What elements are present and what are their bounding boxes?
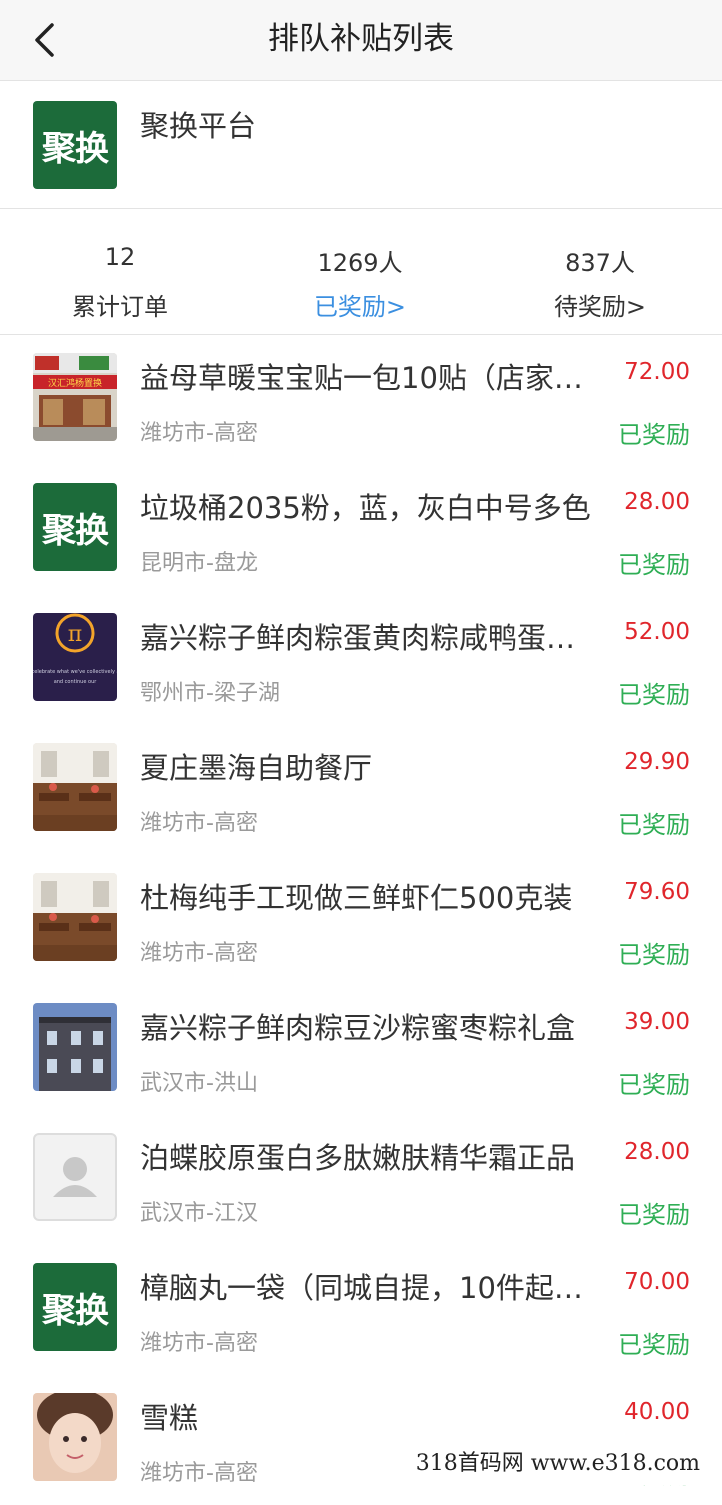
- list-item[interactable]: π Let's all celebrate what we've collect…: [0, 595, 722, 725]
- item-price: 39.00: [624, 1009, 690, 1035]
- top-bar: 排队补贴列表: [0, 0, 722, 81]
- watermark-text: 318首码网 www.e318.com: [407, 1447, 708, 1485]
- stat-rewarded-value: 1269人: [317, 249, 403, 277]
- item-thumbnail: 汉汇鸿杨置换: [33, 353, 117, 441]
- stat-pending-link[interactable]: 待奖励>: [480, 287, 720, 322]
- svg-text:and continue our: and continue our: [54, 679, 98, 685]
- item-status: 已奖励: [618, 1071, 690, 1099]
- building-photo: [33, 1003, 117, 1091]
- item-price: 28.00: [624, 1139, 690, 1165]
- item-city: 潍坊市-高密: [140, 811, 258, 836]
- stat-pending[interactable]: 837人 待奖励>: [480, 209, 720, 334]
- item-title: 垃圾桶2035粉，蓝，灰白中号多色: [140, 491, 591, 525]
- item-title: 夏庄墨海自助餐厅: [140, 751, 373, 785]
- item-thumbnail: [33, 1393, 117, 1481]
- list-item[interactable]: 雪糕 潍坊市-高密 40.00 已奖励: [0, 1375, 722, 1505]
- item-title: 益母草暖宝宝贴一包10贴（店家自提）: [140, 361, 595, 395]
- item-title: 嘉兴粽子鲜肉粽豆沙粽蜜枣粽礼盒: [140, 1011, 576, 1045]
- item-city: 鄂州市-梁子湖: [140, 681, 280, 706]
- item-city: 潍坊市-高密: [140, 1461, 258, 1486]
- item-title: 嘉兴粽子鲜肉粽蛋黄肉粽咸鸭蛋礼盒: [140, 621, 595, 655]
- list-item[interactable]: 嘉兴粽子鲜肉粽豆沙粽蜜枣粽礼盒 武汉市-洪山 39.00 已奖励: [0, 985, 722, 1115]
- item-city: 潍坊市-高密: [140, 941, 258, 966]
- item-title: 雪糕: [140, 1401, 199, 1435]
- item-title: 泊蝶胶原蛋白多肽嫩肤精华霜正品: [140, 1141, 576, 1175]
- item-status: 已奖励: [618, 421, 690, 449]
- list-item[interactable]: 杜梅纯手工现做三鲜虾仁500克装 潍坊市-高密 79.60 已奖励: [0, 855, 722, 985]
- item-thumbnail: [33, 743, 117, 831]
- svg-text:π: π: [68, 622, 82, 647]
- platform-logo-text: 聚换: [33, 101, 117, 189]
- item-city: 潍坊市-高密: [140, 1331, 258, 1356]
- item-thumbnail: 聚换: [33, 1263, 117, 1351]
- item-title: 杜梅纯手工现做三鲜虾仁500克装: [140, 881, 573, 915]
- stat-total-orders: 12 累计订单: [0, 209, 240, 334]
- item-city: 武汉市-洪山: [140, 1071, 258, 1096]
- platform-logo: 聚换: [33, 101, 117, 189]
- user-photo: [33, 1393, 117, 1481]
- juhuan-logo: 聚换: [33, 1263, 117, 1351]
- item-status: 已奖励: [618, 681, 690, 709]
- stat-rewarded-link[interactable]: 已奖励>: [240, 287, 480, 322]
- list-item[interactable]: 汉汇鸿杨置换 益母草暖宝宝贴一包10贴（店家自提） 潍坊市-高密 72.00 已…: [0, 335, 722, 465]
- item-price: 40.00: [624, 1399, 690, 1425]
- item-price: 28.00: [624, 489, 690, 515]
- item-status: 已奖励: [618, 551, 690, 579]
- default-avatar-icon: [33, 1133, 117, 1221]
- item-price: 79.60: [624, 879, 690, 905]
- list-item[interactable]: 夏庄墨海自助餐厅 潍坊市-高密 29.90 已奖励: [0, 725, 722, 855]
- platform-header: 聚换 聚换平台: [0, 81, 722, 209]
- dining-room-photo: [33, 873, 117, 961]
- list-item[interactable]: 聚换 樟脑丸一袋（同城自提，10件起送） 潍坊市-高密 70.00 已奖励: [0, 1245, 722, 1375]
- item-city: 武汉市-江汉: [140, 1201, 258, 1226]
- stat-total-orders-label: 累计订单: [72, 293, 168, 321]
- item-price: 52.00: [624, 619, 690, 645]
- item-thumbnail: π Let's all celebrate what we've collect…: [33, 613, 117, 701]
- stat-rewarded[interactable]: 1269人 已奖励>: [240, 209, 480, 334]
- item-price: 72.00: [624, 359, 690, 385]
- dining-room-photo: [33, 743, 117, 831]
- stat-pending-value: 837人: [565, 249, 635, 277]
- pi-network-image: π Let's all celebrate what we've collect…: [33, 613, 117, 701]
- subsidy-list: 汉汇鸿杨置换 益母草暖宝宝贴一包10贴（店家自提） 潍坊市-高密 72.00 已…: [0, 335, 722, 1505]
- item-city: 潍坊市-高密: [140, 421, 258, 446]
- platform-name: 聚换平台: [140, 109, 257, 143]
- item-thumbnail: [33, 1003, 117, 1091]
- item-city: 昆明市-盘龙: [140, 551, 258, 576]
- item-price: 70.00: [624, 1269, 690, 1295]
- item-status: 已奖励: [618, 941, 690, 969]
- page-title: 排队补贴列表: [268, 21, 454, 57]
- item-thumbnail: 聚换: [33, 483, 117, 571]
- stat-total-orders-value: 12: [104, 243, 136, 271]
- storefront-photo: 汉汇鸿杨置换: [33, 353, 117, 441]
- item-thumbnail: [33, 1133, 117, 1221]
- svg-text:Let's all celebrate what we've: Let's all celebrate what we've collectiv…: [33, 669, 117, 675]
- juhuan-logo: 聚换: [33, 483, 117, 571]
- list-item[interactable]: 聚换 垃圾桶2035粉，蓝，灰白中号多色 昆明市-盘龙 28.00 已奖励: [0, 465, 722, 595]
- item-title: 樟脑丸一袋（同城自提，10件起送）: [140, 1271, 595, 1305]
- item-price: 29.90: [624, 749, 690, 775]
- svg-text:汉汇鸿杨置换: 汉汇鸿杨置换: [48, 377, 102, 389]
- item-status: 已奖励: [618, 1331, 690, 1359]
- item-thumbnail: [33, 873, 117, 961]
- item-status: 已奖励: [618, 811, 690, 839]
- list-item[interactable]: 泊蝶胶原蛋白多肽嫩肤精华霜正品 武汉市-江汉 28.00 已奖励: [0, 1115, 722, 1245]
- item-status: 已奖励: [618, 1201, 690, 1229]
- stats-bar: 12 累计订单 1269人 已奖励> 837人 待奖励>: [0, 209, 722, 335]
